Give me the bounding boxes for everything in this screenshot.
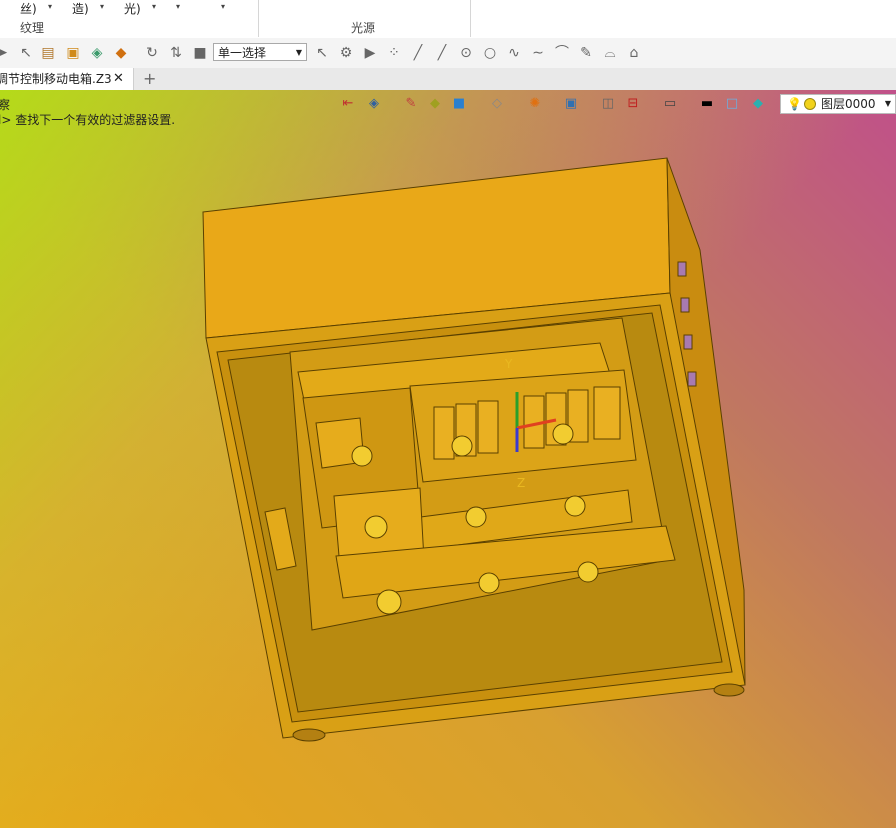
back-icon[interactable]: ⇤ [340,96,356,112]
layer-color-swatch [804,98,816,110]
cursor-icon[interactable]: ↖ [18,45,34,61]
status-message: l> 查找下一个有效的过滤器设置. [0,113,176,127]
layer-name: 图层0000 [821,97,876,111]
filter-icon[interactable]: ⇅ [168,45,184,61]
arc-icon[interactable]: ⌒ [554,45,570,61]
chevron-down-icon: ▼ [884,99,891,108]
view-icon[interactable]: ◈ [366,96,382,112]
shape-icon[interactable]: ◆ [113,45,129,61]
gear-icon[interactable]: ⚙ [338,45,354,61]
close-icon[interactable]: ✕ [113,68,124,90]
cap-icon[interactable]: ⌓ [602,45,618,61]
add-tab-button[interactable]: + [143,68,156,90]
color-black-icon[interactable]: ▬ [699,96,715,112]
rotate-icon[interactable]: ↻ [144,45,160,61]
divider [470,0,471,37]
line2-icon[interactable]: ╱ [434,45,450,61]
box-icon[interactable]: ◇ [489,96,505,112]
toolbar: ➤ ↖ ▤ ▣ ◈ ◆ ↻ ⇅ ■ 单一选择 ▼ ↖ ⚙ ▶ ⁘ ╱ ╱ ⊙ ○… [0,38,896,69]
line-icon[interactable]: ╱ [410,45,426,61]
electric-box-model[interactable]: Y Z [0,90,896,828]
tab-bar: 调节控制移动电箱.Z3 ✕ + [0,68,896,91]
arrow-icon[interactable]: ➤ [0,45,10,61]
pen-icon[interactable]: ✎ [578,45,594,61]
hat-icon[interactable]: ⌂ [626,45,642,61]
folder-icon[interactable]: ▣ [65,45,81,61]
layers-icon[interactable]: ▤ [40,45,56,61]
chevron-down-icon[interactable]: ▾ [176,2,180,11]
color-blue-icon[interactable]: □ [724,96,740,112]
pointer-icon[interactable]: ↖ [314,45,330,61]
curve2-icon[interactable]: ∼ [530,45,546,61]
bulb-icon[interactable]: 💡 [787,95,802,113]
paint-icon[interactable]: ✎ [403,96,419,112]
group-label-texture: 纹理 [20,21,45,35]
display-icon[interactable]: ▭ [662,96,678,112]
chevron-down-icon[interactable]: ▾ [100,2,104,11]
point-icon[interactable]: ⊙ [458,45,474,61]
shaded-icon[interactable]: ◆ [427,96,443,112]
curve-icon[interactable]: ∿ [506,45,522,61]
tab-document[interactable]: 调节控制移动电箱.Z3 ✕ [0,68,134,90]
ribbon-item-2[interactable]: 造) [72,0,89,17]
axis-z-label: Z [517,476,525,490]
palette-icon[interactable]: ◈ [89,45,105,61]
section-icon[interactable]: ◫ [600,96,616,112]
render-icon[interactable]: ✺ [527,96,543,112]
selection-mode-dropdown[interactable]: 单一选择 ▼ [213,43,307,61]
ribbon-item-1[interactable]: 丝) [20,0,37,17]
axis-y-label: Y [504,357,513,371]
divider [258,0,259,37]
selection-mode-value: 单一选择 [218,46,267,60]
material-icon[interactable]: ◆ [750,96,766,112]
stop-icon[interactable]: ■ [192,45,208,61]
tab-document-label: 调节控制移动电箱.Z3 [0,72,112,86]
chevron-down-icon: ▼ [295,48,302,57]
group-label-light: 光源 [351,21,376,35]
frame-icon[interactable]: ▣ [563,96,579,112]
chevron-down-icon[interactable]: ▾ [48,2,52,11]
layer-selector[interactable]: 💡 图层0000 ▼ [780,94,896,114]
play-icon[interactable]: ▶ [362,45,378,61]
clip-icon[interactable]: ⊟ [625,96,641,112]
ribbon-item-3[interactable]: 光) [124,0,141,17]
ribbon: 丝) ▾ 造) ▾ 光) ▾ ▾ ▾ 纹理 光源 [0,0,896,39]
chevron-down-icon[interactable]: ▾ [221,2,225,11]
points-icon[interactable]: ⁘ [386,45,402,61]
3d-viewport[interactable]: Y Z 察 l> 查找下一个有效的过滤器设置. ⇤ ◈ ✎ ◆ ■ ◇ ✺ ▣ … [0,90,896,828]
chevron-down-icon[interactable]: ▾ [152,2,156,11]
circle-icon[interactable]: ○ [482,45,498,61]
cube-icon[interactable]: ■ [451,96,467,112]
